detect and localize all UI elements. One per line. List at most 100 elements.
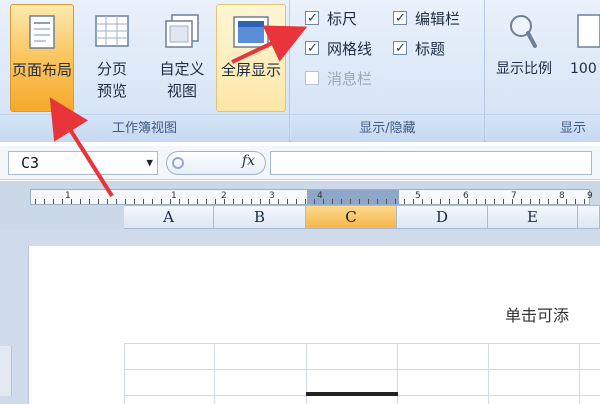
ruler-tick <box>476 199 477 204</box>
ruler-tick <box>80 199 81 204</box>
group-workbook-views: 页面布局 分页 预览 自定义 视图 全屏显示 工作簿视图 <box>0 0 290 142</box>
full-screen-icon <box>233 16 269 48</box>
ruler-tick <box>152 199 153 204</box>
ruler-tick <box>368 199 369 204</box>
ruler-tick <box>305 199 306 204</box>
header-hint-text[interactable]: 单击可添 <box>505 302 569 326</box>
ruler-tick <box>350 199 351 204</box>
message-bar-checkbox-row: 消息栏 <box>305 68 372 90</box>
ruler-tick <box>242 199 243 204</box>
ruler-checkbox[interactable] <box>305 8 319 30</box>
ruler-tick <box>449 199 450 204</box>
message-bar-checkbox <box>305 70 319 85</box>
headings-checkbox-label: 标题 <box>415 40 446 58</box>
ruler-number: 2 <box>221 191 227 201</box>
page-break-preview-button[interactable]: 分页 预览 <box>80 4 144 112</box>
ruler-tick <box>332 199 333 204</box>
custom-views-button[interactable]: 自定义 视图 <box>150 4 214 112</box>
headings-checkbox-row[interactable]: 标题 <box>393 38 445 60</box>
ruler-tick <box>278 199 279 204</box>
ruler-number: 1 <box>65 191 71 201</box>
ruler-tick <box>35 199 36 204</box>
ruler-number: 9 <box>587 191 593 201</box>
ruler-tick <box>521 199 522 204</box>
ruler-tick <box>575 199 576 204</box>
horizontal-ruler[interactable]: 1 1 2 3 4 5 6 7 8 9 <box>30 189 593 205</box>
zoom-100-label: 100 <box>570 61 597 77</box>
grid-line <box>124 343 125 404</box>
ribbon: 页面布局 分页 预览 自定义 视图 全屏显示 工作簿视图 ✓标尺 ✓ 编辑栏 ✓… <box>0 0 600 142</box>
gridlines-checkbox-label: 网格线 <box>327 40 373 58</box>
ruler-tick <box>296 199 297 204</box>
chevron-down-icon[interactable]: ▼ <box>146 152 153 174</box>
column-header-partial[interactable] <box>578 205 600 229</box>
ruler-tick <box>557 199 558 204</box>
ruler-tick <box>44 199 45 204</box>
column-header-a[interactable]: A <box>124 205 214 229</box>
ruler-tick <box>431 199 432 204</box>
full-screen-label: 全屏显示 <box>220 61 281 79</box>
ruler-tick <box>494 199 495 204</box>
full-screen-button[interactable]: 全屏显示 <box>216 4 286 112</box>
vertical-ruler-stub <box>0 346 12 396</box>
ruler-tick <box>386 199 387 204</box>
page-break-label-line2: 预览 <box>96 82 127 100</box>
ruler-tick <box>134 199 135 204</box>
function-icon[interactable]: fx <box>242 153 255 169</box>
ruler-tick <box>539 199 540 204</box>
ruler-tick <box>197 199 198 204</box>
selected-cell-indicator <box>306 392 398 396</box>
ruler-number: 7 <box>511 191 517 201</box>
ruler-checkbox-row[interactable]: 标尺 <box>305 8 357 30</box>
ruler-tick <box>143 199 144 204</box>
ruler-number: 5 <box>415 191 421 201</box>
column-headers: ABCDE <box>0 205 600 229</box>
custom-views-label-line1: 自定义 <box>159 60 205 78</box>
gridlines-checkbox-row[interactable]: 网格线 <box>305 38 372 60</box>
formula-bar-checkbox-row[interactable]: 编辑栏 <box>393 8 460 30</box>
ruler-tick <box>485 199 486 204</box>
ruler-tick <box>404 199 405 204</box>
headings-checkbox[interactable] <box>393 38 407 60</box>
name-box-value: C3 <box>21 154 40 172</box>
formula-bar-checkbox[interactable] <box>393 8 407 30</box>
ruler-tick <box>179 199 180 204</box>
ruler-tick <box>188 199 189 204</box>
group-label-show-hide: 显示/隐藏 <box>359 121 416 136</box>
page-layout-button[interactable]: 页面布局 <box>10 4 74 112</box>
ruler-tick <box>71 199 72 204</box>
name-box[interactable]: C3 ▼ <box>8 151 158 175</box>
zoom-label: 显示比例 <box>496 61 552 77</box>
ruler-tick <box>548 199 549 204</box>
column-header-d[interactable]: D <box>397 205 488 229</box>
ruler-tick <box>341 199 342 204</box>
column-header-b[interactable]: B <box>214 205 306 229</box>
column-header-c[interactable]: C <box>306 205 397 229</box>
page-100-icon <box>577 14 600 48</box>
ruler-tick <box>251 199 252 204</box>
ruler-tick <box>89 199 90 204</box>
grid-line <box>124 343 600 344</box>
ruler-number: 6 <box>463 191 469 201</box>
group-label-workbook-views: 工作簿视图 <box>111 121 177 136</box>
ruler-tick <box>98 199 99 204</box>
ruler-tick <box>314 199 315 204</box>
insert-function-pill[interactable]: fx <box>166 151 266 175</box>
group-label-zoom: 显示 <box>560 121 587 136</box>
formula-input[interactable] <box>270 151 592 175</box>
column-header-e[interactable]: E <box>488 205 578 229</box>
ruler-tick <box>215 199 216 204</box>
ruler-tick <box>125 199 126 204</box>
message-bar-checkbox-label: 消息栏 <box>327 70 373 88</box>
page-break-label-line1: 分页 <box>96 60 127 78</box>
gridlines-checkbox[interactable] <box>305 38 319 60</box>
ruler-tick <box>440 199 441 204</box>
zoom-100-button[interactable]: 100 <box>566 4 600 112</box>
magnifier-icon <box>510 15 537 48</box>
custom-views-label-line2: 视图 <box>166 82 197 100</box>
zoom-button[interactable]: 显示比例 <box>488 4 560 112</box>
ruler-tick <box>233 199 234 204</box>
ruler-tick <box>116 199 117 204</box>
ruler-number: 4 <box>317 191 323 201</box>
grid-line <box>124 369 600 370</box>
